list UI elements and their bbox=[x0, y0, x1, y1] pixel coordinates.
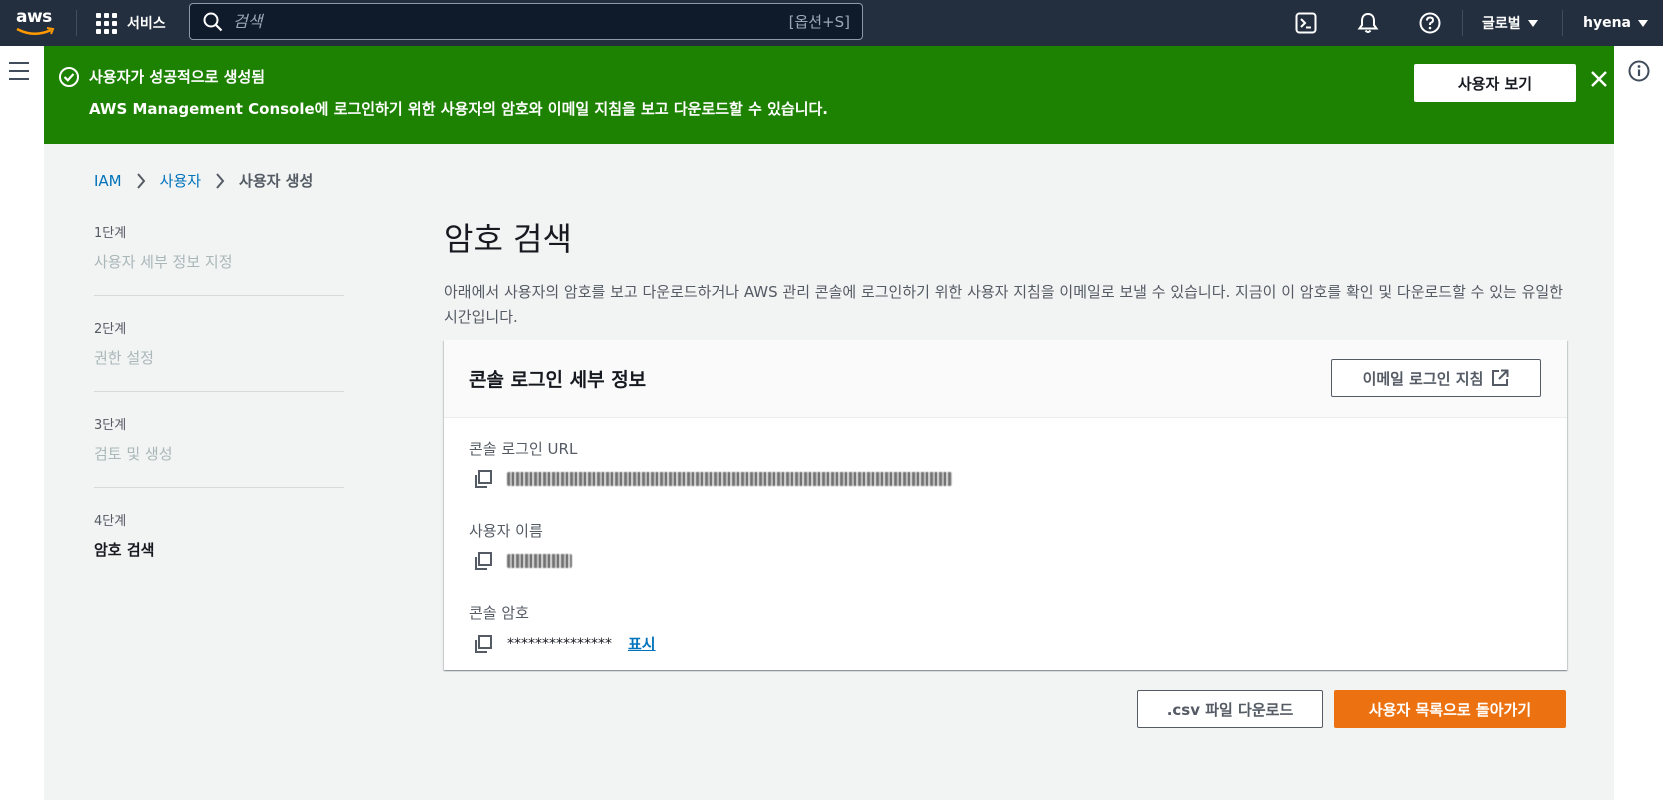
cloudshell-icon[interactable] bbox=[1293, 10, 1319, 36]
field-label: 콘솔 로그인 URL bbox=[469, 440, 578, 458]
wizard-step-3: 3단계 검토 및 생성 bbox=[94, 414, 344, 464]
close-icon[interactable] bbox=[1584, 64, 1614, 94]
copy-icon[interactable] bbox=[473, 469, 493, 489]
step-label: 사용자 세부 정보 지정 bbox=[94, 253, 233, 271]
step-number: 1단계 bbox=[94, 226, 127, 241]
search-bar[interactable]: [옵션+S] bbox=[189, 3, 863, 40]
page-description: 아래에서 사용자의 암호를 보고 다운로드하거나 AWS 관리 콘솔에 로그인하… bbox=[444, 283, 1564, 326]
field-label: 사용자 이름 bbox=[469, 522, 543, 540]
field-label: 콘솔 암호 bbox=[469, 604, 529, 622]
step-label: 권한 설정 bbox=[94, 349, 154, 367]
step-label-active: 암호 검색 bbox=[94, 541, 155, 559]
chevron-right-icon bbox=[216, 172, 225, 189]
panel-header: 콘솔 로그인 세부 정보 이메일 로그인 지침 bbox=[444, 340, 1567, 418]
step-label: 검토 및 생성 bbox=[94, 445, 173, 463]
search-shortcut-hint: [옵션+S] bbox=[788, 13, 850, 31]
caret-down-icon bbox=[1638, 19, 1649, 27]
main-content: IAM 사용자 사용자 생성 1단계 사용자 세부 정보 지정 2단계 권한 설… bbox=[44, 144, 1614, 800]
search-icon bbox=[203, 12, 223, 31]
wizard-step-2: 2단계 권한 설정 bbox=[94, 318, 344, 368]
bell-icon[interactable] bbox=[1355, 10, 1381, 36]
field-value bbox=[469, 469, 952, 489]
step-divider bbox=[94, 391, 344, 392]
aws-logo-text: aws bbox=[16, 7, 52, 27]
chevron-right-icon bbox=[136, 172, 145, 189]
check-circle-icon bbox=[59, 67, 79, 87]
right-rail bbox=[1614, 46, 1663, 800]
breadcrumb: IAM 사용자 사용자 생성 bbox=[94, 170, 313, 191]
page-title: 암호 검색 bbox=[444, 220, 572, 258]
left-rail bbox=[0, 46, 44, 800]
flash-message: AWS Management Console에 로그인하기 위한 사용자의 암호… bbox=[89, 100, 829, 118]
caret-down-icon bbox=[1527, 19, 1538, 27]
wizard-step-4: 4단계 암호 검색 bbox=[94, 510, 344, 560]
search-input[interactable] bbox=[233, 12, 789, 31]
step-number: 4단계 bbox=[94, 514, 127, 529]
copy-icon[interactable] bbox=[473, 551, 493, 571]
help-icon[interactable] bbox=[1417, 10, 1443, 36]
page-header: 암호 검색 아래에서 사용자의 암호를 보고 다운로드하거나 AWS 관리 콘솔… bbox=[444, 214, 1607, 330]
masked-password: *************** bbox=[507, 635, 612, 652]
aws-smile-icon bbox=[16, 27, 55, 35]
grid-icon bbox=[96, 12, 117, 34]
show-password-link[interactable]: 표시 bbox=[628, 633, 656, 654]
info-icon[interactable] bbox=[1628, 60, 1650, 82]
breadcrumb-users[interactable]: 사용자 bbox=[160, 170, 201, 191]
redacted-username bbox=[507, 554, 572, 568]
email-button-label: 이메일 로그인 지침 bbox=[1362, 369, 1484, 388]
region-label: 글로벌 bbox=[1482, 16, 1521, 32]
redacted-url bbox=[507, 472, 952, 486]
wizard-step-1: 1단계 사용자 세부 정보 지정 bbox=[94, 222, 344, 272]
services-menu-button[interactable]: 서비스 bbox=[96, 0, 166, 46]
download-csv-button[interactable]: .csv 파일 다운로드 bbox=[1137, 690, 1323, 728]
nav-divider bbox=[1562, 10, 1563, 36]
success-flashbar: 사용자가 성공적으로 생성됨 AWS Management Console에 로… bbox=[44, 46, 1614, 144]
account-menu[interactable]: hyena bbox=[1583, 0, 1649, 46]
field-value bbox=[469, 551, 572, 571]
wizard-steps: 1단계 사용자 세부 정보 지정 2단계 권한 설정 3단계 검토 및 생성 4… bbox=[94, 222, 344, 560]
services-label: 서비스 bbox=[127, 16, 166, 32]
console-sign-in-details-panel: 콘솔 로그인 세부 정보 이메일 로그인 지침 콘솔 로그인 URL 사용자 이… bbox=[444, 340, 1567, 670]
region-selector[interactable]: 글로벌 bbox=[1482, 0, 1538, 46]
email-sign-in-instructions-button[interactable]: 이메일 로그인 지침 bbox=[1331, 359, 1541, 397]
step-divider bbox=[94, 295, 344, 296]
step-divider bbox=[94, 487, 344, 488]
console-sign-in-url-field: 콘솔 로그인 URL bbox=[469, 438, 952, 489]
flash-title: 사용자가 성공적으로 생성됨 bbox=[89, 68, 266, 86]
copy-icon[interactable] bbox=[473, 634, 493, 654]
hamburger-icon[interactable] bbox=[9, 62, 29, 86]
top-navigation: aws 서비스 [옵션+S] bbox=[0, 0, 1663, 46]
user-label: hyena bbox=[1583, 15, 1632, 31]
view-user-button[interactable]: 사용자 보기 bbox=[1414, 64, 1576, 102]
console-password-field: 콘솔 암호 *************** 표시 bbox=[469, 602, 656, 654]
field-value: *************** 표시 bbox=[469, 633, 656, 654]
panel-title: 콘솔 로그인 세부 정보 bbox=[469, 369, 647, 391]
step-number: 2단계 bbox=[94, 322, 127, 337]
return-to-users-button[interactable]: 사용자 목록으로 돌아가기 bbox=[1334, 690, 1566, 728]
nav-divider bbox=[76, 10, 77, 36]
breadcrumb-iam[interactable]: IAM bbox=[94, 172, 122, 190]
external-link-icon bbox=[1492, 369, 1509, 386]
nav-divider bbox=[1462, 10, 1463, 36]
aws-logo[interactable]: aws bbox=[14, 7, 58, 39]
breadcrumb-current: 사용자 생성 bbox=[239, 172, 314, 190]
step-number: 3단계 bbox=[94, 418, 127, 433]
username-field: 사용자 이름 bbox=[469, 520, 572, 571]
